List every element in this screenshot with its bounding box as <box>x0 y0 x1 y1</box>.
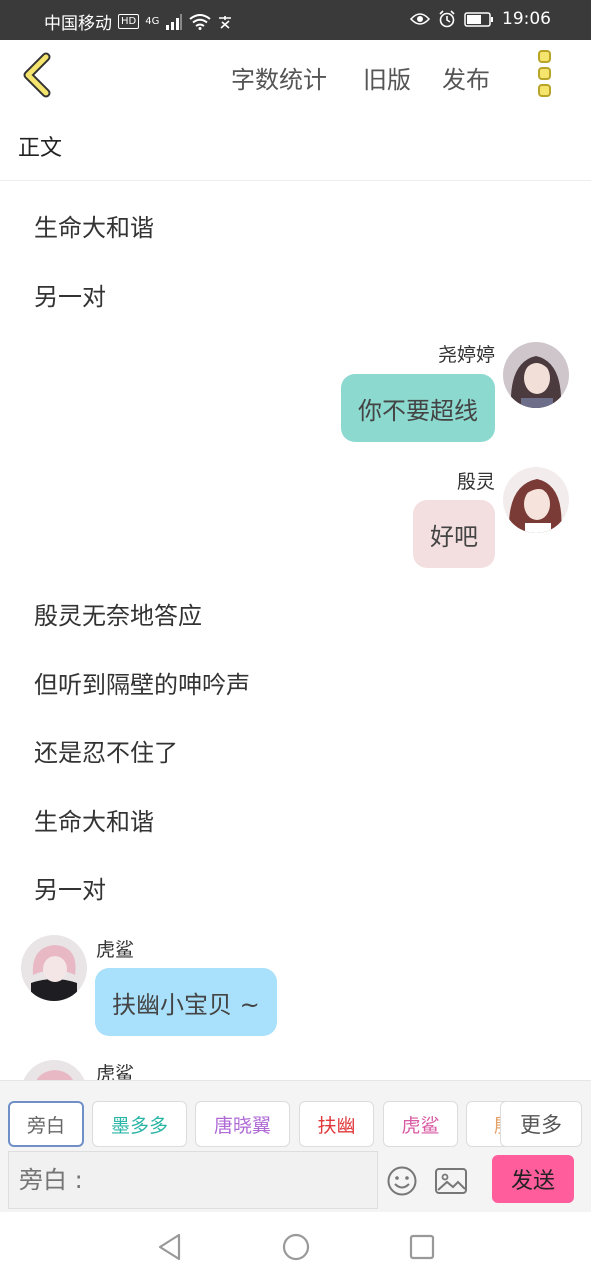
network-label: 4G <box>145 16 160 27</box>
eye-icon <box>410 13 430 25</box>
avatar[interactable] <box>503 467 569 533</box>
message-text: 你不要超线 <box>358 396 478 425</box>
word-count-button[interactable]: 字数统计 <box>231 60 327 95</box>
menu-dot <box>537 67 551 80</box>
character-name: 虎鲨 <box>96 939 135 961</box>
message-text: 好吧 <box>430 522 478 551</box>
role-chip-label: 虎鲨 <box>401 1114 440 1137</box>
nav-recents-button[interactable] <box>407 1232 437 1262</box>
smiley-icon <box>387 1166 417 1196</box>
more-roles-button[interactable]: 更多 <box>500 1101 582 1147</box>
image-button[interactable] <box>434 1165 468 1197</box>
role-chip[interactable]: 旁白 <box>8 1101 84 1147</box>
role-chip-label: 扶幽 <box>317 1114 356 1137</box>
character-portrait-icon <box>21 935 87 1001</box>
role-chip-label: 旁白 <box>26 1114 65 1137</box>
input-panel: 旁白 墨多多 唐晓翼 扶幽 虎鲨 殷 更多 发送 <box>0 1080 591 1212</box>
role-chip[interactable]: 虎鲨 <box>383 1101 458 1147</box>
publish-button[interactable]: 发布 <box>442 60 490 95</box>
avatar[interactable] <box>21 935 87 1001</box>
narration-line[interactable]: 生命大和谐 <box>34 208 154 243</box>
character-name: 尧婷婷 <box>437 344 495 366</box>
status-bar: 中国移动 HD 4G 19:06 <box>0 0 591 40</box>
square-recents-icon <box>409 1234 435 1260</box>
narration-line[interactable]: 殷灵无奈地答应 <box>34 596 202 631</box>
send-button[interactable]: 发送 <box>492 1155 574 1203</box>
nav-back-button[interactable] <box>155 1232 185 1262</box>
signal-icon <box>166 13 183 30</box>
menu-dot <box>537 84 551 97</box>
narration-line[interactable]: 还是忍不住了 <box>34 733 178 768</box>
image-icon <box>435 1168 467 1194</box>
top-bar: 字数统计 旧版 发布 <box>0 40 591 110</box>
character-portrait-icon <box>503 342 569 408</box>
hd-badge: HD <box>118 14 140 29</box>
message-bubble[interactable]: 你不要超线 <box>341 374 495 442</box>
chevron-left-icon <box>23 52 51 98</box>
more-menu-button[interactable] <box>532 50 556 100</box>
wifi-icon <box>189 13 211 30</box>
character-portrait-icon <box>503 467 569 533</box>
role-chip-label: 墨多多 <box>110 1114 168 1137</box>
role-chip-label: 唐晓翼 <box>213 1114 271 1137</box>
narration-line[interactable]: 另一对 <box>34 277 106 312</box>
message-bubble[interactable]: 好吧 <box>413 500 495 568</box>
role-chip[interactable]: 唐晓翼 <box>195 1101 290 1147</box>
emoji-button[interactable] <box>386 1165 418 1197</box>
narration-line[interactable]: 另一对 <box>34 870 106 905</box>
alarm-icon <box>439 10 455 28</box>
character-name: 殷灵 <box>456 471 495 493</box>
old-version-button[interactable]: 旧版 <box>363 60 411 95</box>
narration-line[interactable]: 生命大和谐 <box>34 802 154 837</box>
section-label: 正文 <box>18 136 63 161</box>
avatar[interactable] <box>503 342 569 408</box>
menu-dot <box>537 50 551 63</box>
battery-icon <box>464 11 493 27</box>
message-text: 扶幽小宝贝 ~ <box>112 990 260 1019</box>
divider <box>0 180 591 181</box>
system-nav-bar <box>0 1212 591 1280</box>
dialogue-input-box[interactable] <box>8 1151 378 1209</box>
back-button[interactable] <box>18 52 62 98</box>
message-bubble[interactable]: 扶幽小宝贝 ~ <box>95 968 277 1036</box>
narration-line[interactable]: 但听到隔壁的呻吟声 <box>34 665 250 700</box>
nav-home-button[interactable] <box>281 1232 311 1262</box>
role-chip[interactable]: 墨多多 <box>92 1101 187 1147</box>
triangle-back-icon <box>158 1233 181 1261</box>
role-chip[interactable]: 扶幽 <box>299 1101 374 1147</box>
dialogue-input[interactable] <box>19 1166 367 1194</box>
carrier-label: 中国移动 <box>44 14 112 34</box>
app-notification-icon <box>219 15 232 29</box>
circle-home-icon <box>282 1233 310 1261</box>
clock-label: 19:06 <box>502 9 551 29</box>
